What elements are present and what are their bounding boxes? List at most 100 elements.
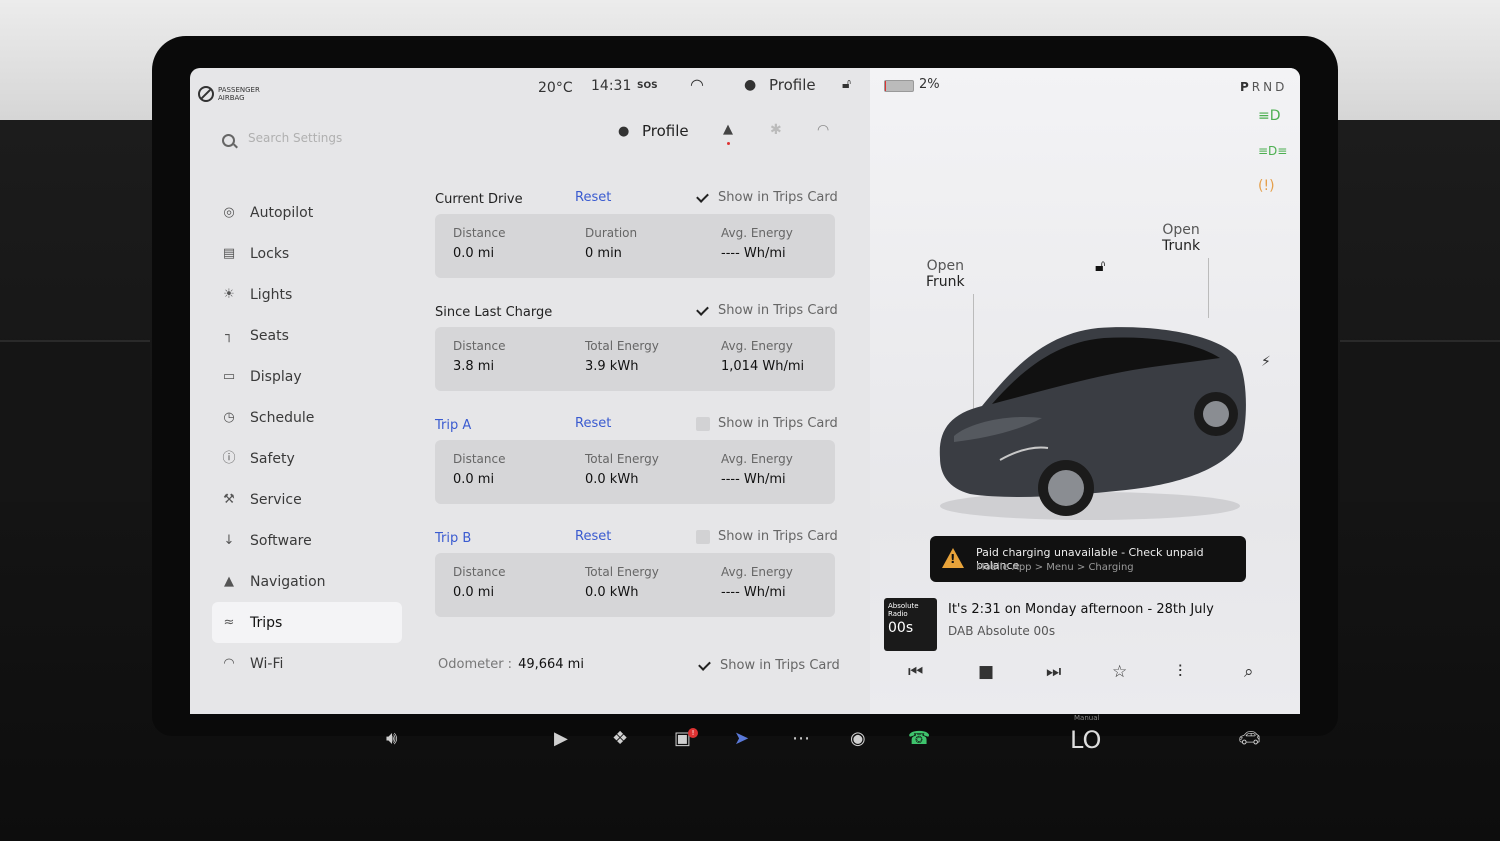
sidebar-item-label: Schedule bbox=[250, 409, 315, 426]
sun-icon: ☀ bbox=[223, 286, 235, 302]
stop-icon[interactable]: ■ bbox=[978, 662, 994, 682]
sidebar-item-label: Locks bbox=[250, 245, 290, 262]
unlock-status-icon[interactable]: 🔓︎ bbox=[842, 76, 851, 92]
right-dash-panel bbox=[1340, 340, 1500, 502]
profile-label-top[interactable]: Profile bbox=[769, 76, 816, 94]
sos-icon[interactable]: SOS bbox=[637, 81, 658, 91]
stat-label: Avg. Energy bbox=[721, 452, 793, 466]
climate-mode: Manual bbox=[1074, 714, 1100, 722]
stat-label: Duration bbox=[585, 226, 638, 240]
car-model-image[interactable] bbox=[930, 318, 1250, 528]
previous-track-icon[interactable]: ⏮︎ bbox=[908, 662, 923, 682]
sidebar-item-label: Safety bbox=[250, 450, 295, 467]
sidebar-item-service[interactable]: ⚒ Service bbox=[212, 479, 402, 520]
album-art[interactable]: Absolute Radio 00s bbox=[884, 598, 937, 651]
sidebar-item-locks[interactable]: ▤ Locks bbox=[212, 233, 402, 274]
search-icon bbox=[222, 134, 235, 147]
settings-wifi-icon[interactable]: ◠ bbox=[817, 122, 829, 138]
favorite-star-icon[interactable]: ☆ bbox=[1112, 662, 1127, 682]
equalizer-icon[interactable]: ⫶ bbox=[1178, 662, 1182, 682]
sidebar-item-navigation[interactable]: ▲ Navigation bbox=[212, 561, 402, 602]
camera-badge: ! bbox=[688, 728, 698, 738]
car-controls-icon[interactable]: 🚗︎ bbox=[1238, 728, 1261, 749]
sidebar-item-label: Autopilot bbox=[250, 204, 314, 221]
stat-value: 0.0 mi bbox=[453, 585, 495, 600]
navigation-app-icon[interactable]: ➤ bbox=[734, 728, 749, 749]
passenger-airbag-indicator: PASSENGER AIRBAG bbox=[198, 86, 260, 102]
trip-section-title[interactable]: Trip A bbox=[435, 418, 471, 433]
odometer-show-in-trips-checkbox[interactable]: Show in Trips Card bbox=[698, 658, 840, 673]
now-playing-title: It's 2:31 on Monday afternoon - 28th Jul… bbox=[948, 602, 1214, 617]
bluetooth-icon[interactable]: ✱ bbox=[770, 122, 782, 138]
tidal-icon[interactable]: ❖ bbox=[612, 728, 628, 749]
settings-profile-icon[interactable]: ● bbox=[618, 124, 629, 139]
phone-icon[interactable]: ☎ bbox=[908, 728, 930, 749]
sidebar-item-trips[interactable]: ≈ Trips bbox=[212, 602, 402, 643]
checkbox-checked-icon[interactable] bbox=[696, 191, 710, 205]
info-icon: ⓘ bbox=[222, 450, 236, 466]
gear-indicator: PRND bbox=[1240, 80, 1287, 94]
stat-label: Total Energy bbox=[585, 565, 659, 579]
open-trunk-button[interactable]: Open Trunk bbox=[1162, 222, 1200, 254]
stat-value: 0.0 mi bbox=[453, 472, 495, 487]
download-icon: ↓ bbox=[223, 532, 235, 548]
show-in-trips-card-checkbox[interactable]: Show in Trips Card bbox=[696, 303, 838, 318]
sidebar-item-wi-fi[interactable]: ◠ Wi-Fi bbox=[212, 643, 402, 684]
car-unlock-icon[interactable]: 🔓︎ bbox=[1095, 256, 1105, 276]
checkbox-unchecked-icon[interactable] bbox=[696, 529, 710, 544]
checkbox-checked-icon[interactable] bbox=[696, 304, 710, 318]
reset-button[interactable]: Reset bbox=[575, 190, 611, 205]
reset-button[interactable]: Reset bbox=[575, 529, 611, 544]
trip-section-title[interactable]: Trip B bbox=[435, 531, 471, 546]
stat-value: 3.8 mi bbox=[453, 359, 495, 374]
more-apps-icon[interactable]: ⋯ bbox=[792, 728, 810, 749]
battery-percent: 2% bbox=[919, 77, 940, 92]
trip-stats-card: Distance 0.0 mi Total Energy 0.0 kWh Avg. En… bbox=[435, 440, 835, 504]
trip-stats-card: Distance 0.0 mi Duration 0 min Avg. Energy --… bbox=[435, 214, 835, 278]
profile-icon[interactable]: ● bbox=[744, 77, 756, 93]
next-track-icon[interactable]: ⏭︎ bbox=[1046, 662, 1061, 682]
stat-label: Distance bbox=[453, 226, 506, 240]
sidebar-item-label: Lights bbox=[250, 286, 293, 303]
sidebar-item-safety[interactable]: ⓘ Safety bbox=[212, 438, 402, 479]
show-in-trips-card-label: Show in Trips Card bbox=[718, 529, 838, 544]
odometer-label: Odometer : bbox=[438, 657, 513, 672]
show-in-trips-card-checkbox[interactable]: Show in Trips Card bbox=[696, 190, 838, 205]
charge-port-icon[interactable]: ⚡︎ bbox=[1261, 354, 1271, 370]
sidebar-item-software[interactable]: ↓ Software bbox=[212, 520, 402, 561]
checkbox-unchecked-icon[interactable] bbox=[696, 416, 710, 431]
stat-value: 0.0 kWh bbox=[585, 585, 639, 600]
toybox-icon[interactable]: ◉ bbox=[850, 728, 866, 749]
sidebar-item-schedule[interactable]: ◷ Schedule bbox=[212, 397, 402, 438]
media-search-icon[interactable]: ⌕ bbox=[1244, 662, 1254, 682]
odometer-show-label: Show in Trips Card bbox=[720, 658, 840, 673]
reset-button[interactable]: Reset bbox=[575, 416, 611, 431]
show-in-trips-card-checkbox[interactable]: Show in Trips Card bbox=[696, 416, 838, 431]
left-dash-panel bbox=[0, 340, 150, 502]
odometer-value: 49,664 mi bbox=[518, 657, 584, 672]
station-name: DAB Absolute 00s bbox=[948, 624, 1056, 638]
sidebar-item-lights[interactable]: ☀ Lights bbox=[212, 274, 402, 315]
show-in-trips-card-checkbox[interactable]: Show in Trips Card bbox=[696, 529, 838, 544]
stat-label: Avg. Energy bbox=[721, 226, 793, 240]
sidebar-item-label: Seats bbox=[250, 327, 289, 344]
frunk-label: Frunk bbox=[926, 274, 965, 290]
touchscreen: PASSENGER AIRBAG 20°C 14:31 SOS ◠ ● Prof… bbox=[190, 68, 1300, 714]
volume-icon[interactable]: 🔊︎ bbox=[386, 728, 397, 749]
steering-wheel-icon: ◎ bbox=[223, 204, 235, 220]
open-frunk-button[interactable]: Open Frunk bbox=[926, 258, 965, 290]
sidebar-item-autopilot[interactable]: ◎ Autopilot bbox=[212, 192, 402, 233]
trunk-pointer-line bbox=[1208, 258, 1209, 318]
sidebar-item-seats[interactable]: ┐ Seats bbox=[212, 315, 402, 356]
wifi-icon: ◠ bbox=[690, 75, 704, 94]
settings-search-input[interactable]: Search Settings bbox=[248, 131, 342, 145]
trips-icon: ≈ bbox=[223, 614, 235, 630]
notifications-bell-icon[interactable]: ▲ bbox=[723, 122, 733, 137]
settings-profile-button[interactable]: Profile bbox=[642, 122, 689, 140]
theater-icon[interactable]: ▶ bbox=[554, 728, 568, 749]
charging-alert[interactable]: Paid charging unavailable - Check unpaid… bbox=[930, 536, 1246, 582]
climate-temperature[interactable]: LO bbox=[1070, 726, 1101, 754]
checkbox-checked-icon[interactable] bbox=[698, 659, 712, 673]
sidebar-item-display[interactable]: ▭ Display bbox=[212, 356, 402, 397]
gear-n: N bbox=[1263, 80, 1276, 94]
